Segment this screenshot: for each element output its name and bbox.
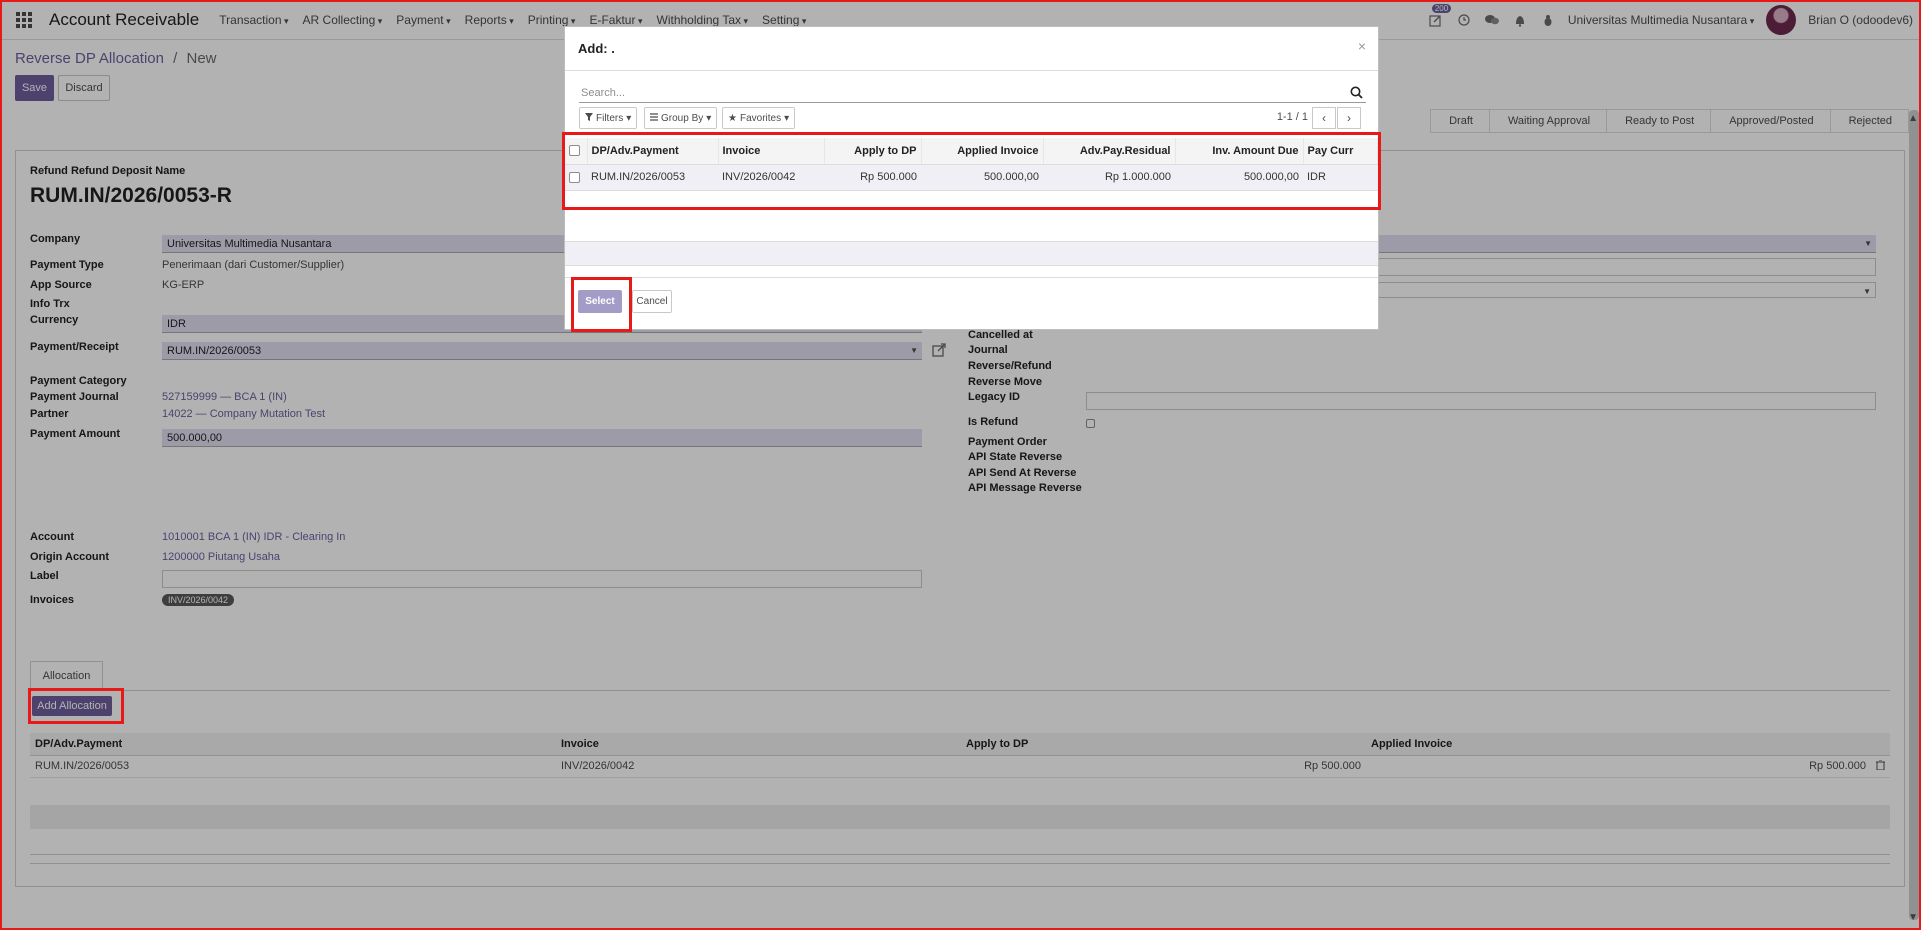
col-pay-curr[interactable]: Pay Curr bbox=[1303, 138, 1378, 165]
cell-dp-adv-payment: RUM.IN/2026/0053 bbox=[587, 164, 718, 191]
filter-icon bbox=[585, 112, 593, 124]
cell-inv-amount-due: 500.000,00 bbox=[1175, 164, 1303, 191]
filters-button[interactable]: Filters ▾ bbox=[579, 107, 638, 129]
list-header-row: DP/Adv.Payment Invoice Apply to DP Appli… bbox=[565, 138, 1378, 165]
col-invoice[interactable]: Invoice bbox=[718, 138, 825, 165]
list-empty-row bbox=[565, 242, 1378, 266]
add-dialog: Add: . × Search... Filters ▾ Group By ▾ … bbox=[564, 26, 1379, 330]
modal-header: Add: . × bbox=[565, 27, 1378, 71]
caret-down-icon: ▾ bbox=[626, 112, 632, 124]
cell-applied-invoice: 500.000,00 bbox=[921, 164, 1043, 191]
scroll-down-icon[interactable]: ▼ bbox=[1908, 912, 1918, 923]
col-adv-pay-residual[interactable]: Adv.Pay.Residual bbox=[1043, 138, 1176, 165]
pager-value[interactable]: 1-1 / 1 bbox=[1277, 111, 1308, 123]
list-empty-row bbox=[565, 218, 1378, 242]
caret-down-icon: ▾ bbox=[784, 112, 790, 124]
select-button[interactable]: Select bbox=[578, 290, 622, 313]
group-by-button[interactable]: Group By ▾ bbox=[644, 107, 718, 129]
list-icon bbox=[650, 112, 658, 124]
modal-title: Add: . bbox=[578, 41, 615, 56]
col-inv-amount-due[interactable]: Inv. Amount Due bbox=[1175, 138, 1304, 165]
search-icon[interactable] bbox=[1350, 86, 1364, 100]
cell-pay-curr: IDR bbox=[1303, 164, 1378, 191]
cell-adv-pay-residual: Rp 1.000.000 bbox=[1043, 164, 1175, 191]
col-apply-to-dp[interactable]: Apply to DP bbox=[824, 138, 922, 165]
table-row[interactable]: RUM.IN/2026/0053 INV/2026/0042 Rp 500.00… bbox=[565, 164, 1378, 191]
select-all-cell bbox=[565, 138, 588, 165]
scroll-up-icon[interactable]: ▲ bbox=[1908, 113, 1918, 124]
group-by-label: Group By bbox=[661, 112, 704, 124]
select-all-checkbox[interactable] bbox=[569, 145, 580, 157]
row-checkbox[interactable] bbox=[569, 171, 580, 183]
favorites-button[interactable]: ★ Favorites ▾ bbox=[722, 107, 796, 129]
pager-next-icon[interactable]: › bbox=[1337, 107, 1361, 129]
favorites-label: Favorites bbox=[739, 112, 782, 124]
page-scrollbar[interactable] bbox=[1909, 110, 1919, 920]
close-icon[interactable]: × bbox=[1358, 38, 1366, 54]
modal-footer bbox=[565, 277, 1378, 330]
col-applied-invoice[interactable]: Applied Invoice bbox=[921, 138, 1044, 165]
row-select-cell bbox=[565, 164, 587, 191]
cell-invoice: INV/2026/0042 bbox=[718, 164, 824, 191]
pager-previous-icon[interactable]: ‹ bbox=[1312, 107, 1336, 129]
caret-down-icon: ▾ bbox=[706, 112, 712, 124]
search-input[interactable]: Search... bbox=[579, 83, 1366, 103]
filters-label: Filters bbox=[596, 112, 624, 124]
cell-apply-to-dp: Rp 500.000 bbox=[824, 164, 921, 191]
col-dp-adv-payment[interactable]: DP/Adv.Payment bbox=[587, 138, 719, 165]
cancel-button[interactable]: Cancel bbox=[632, 290, 672, 313]
selection-list-table: DP/Adv.Payment Invoice Apply to DP Appli… bbox=[565, 138, 1378, 191]
star-icon: ★ bbox=[728, 112, 737, 124]
